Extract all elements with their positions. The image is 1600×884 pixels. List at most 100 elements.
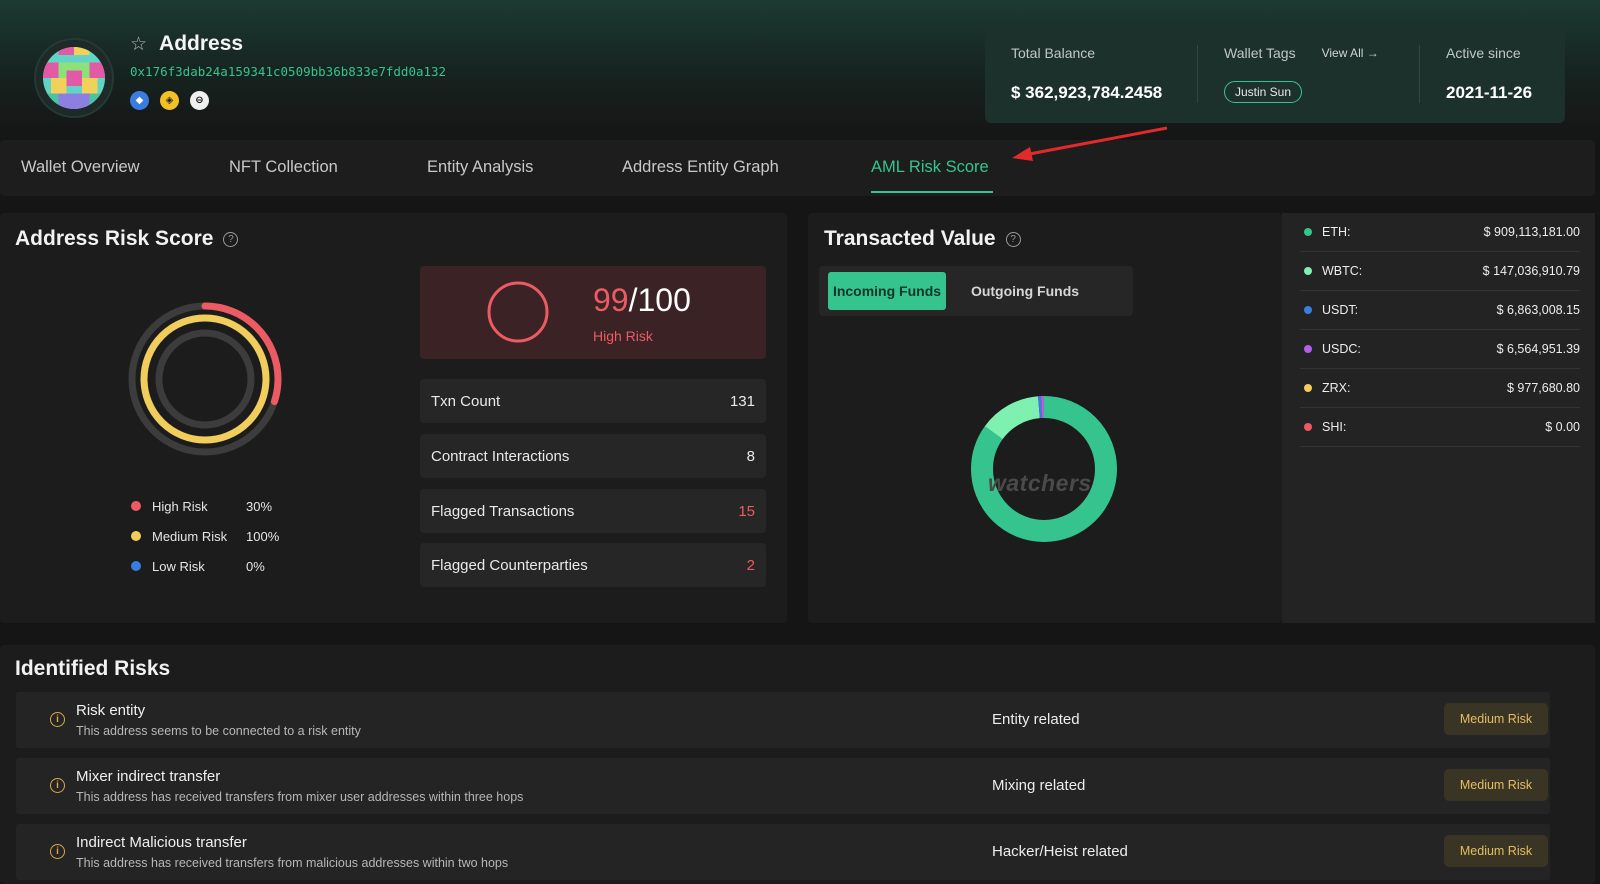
risk-description: This address has received transfers from… [76,790,524,804]
legend-value: 30% [246,498,273,514]
asset-row-eth: ETH: $ 909,113,181.00 [1300,213,1580,252]
active-tab-indicator [871,191,993,193]
risk-level: High Risk [593,328,653,344]
risk-rings-chart [128,302,282,456]
legend-high-risk: High Risk 30% [131,491,279,521]
legend-label: Medium Risk [152,528,228,544]
risk-category: Entity related [992,711,1080,728]
legend-low-risk: Low Risk 0% [131,551,279,581]
asset-name: WBTC: [1322,264,1363,278]
wbtc-dot [1304,267,1312,275]
favorite-star-icon[interactable]: ☆ [130,33,147,56]
risk-description: This address seems to be connected to a … [76,724,361,738]
asset-name: USDT: [1322,303,1359,317]
active-since-label: Active since [1446,45,1521,61]
stat-flagged-counterparties: Flagged Counterparties 2 [420,543,766,587]
score-max: /100 [628,282,691,318]
tab-wallet-overview[interactable]: Wallet Overview [21,158,140,177]
risk-title: Indirect Malicious transfer [76,834,247,851]
address-header: ☆ Address 0x176f3dab24a159341c0509bb36b8… [0,0,1600,140]
watermark: watchers [988,470,1092,496]
eth-dot [1304,228,1312,236]
outgoing-funds-button[interactable]: Outgoing Funds [963,272,1087,310]
asset-row-zrx: ZRX: $ 977,680.80 [1300,369,1580,408]
tab-address-entity-graph[interactable]: Address Entity Graph [622,158,779,177]
low-risk-dot [131,561,141,571]
transacted-value-title-text: Transacted Value [824,227,996,250]
asset-row-wbtc: WBTC: $ 147,036,910.79 [1300,252,1580,291]
coin-icon[interactable]: ⊖ [190,91,209,110]
risk-title: Mixer indirect transfer [76,768,221,785]
wallet-tags-label: Wallet Tags [1224,45,1296,61]
risk-level-badge: Medium Risk [1444,835,1548,867]
legend-label: High Risk [152,498,208,514]
view-all-tags-link[interactable]: View All → [1322,46,1379,60]
legend-value: 0% [246,558,265,574]
score-number: 99 [593,282,629,318]
stat-value: 8 [746,447,755,465]
balance-summary: Total Balance $ 362,923,784.2458 Wallet … [985,25,1565,123]
transacted-value-title: Transacted Value ? [824,227,1021,251]
zrx-dot [1304,384,1312,392]
page-title: Address [159,32,244,55]
address-hash[interactable]: 0x176f3dab24a159341c0509bb36b833e7fdd0a1… [130,64,446,79]
tab-entity-analysis[interactable]: Entity Analysis [427,158,533,177]
binance-icon[interactable]: ◈ [160,91,179,110]
risk-row-entity[interactable]: i Risk entity This address seems to be c… [16,692,1550,748]
stat-value: 15 [738,502,755,520]
asset-value: $ 6,564,951.39 [1496,342,1580,356]
stat-value: 131 [729,392,755,410]
risk-score-title: Address Risk Score ? [15,227,239,251]
stat-label: Flagged Transactions [431,502,575,520]
info-icon: i [50,712,65,727]
asset-name: USDC: [1322,342,1361,356]
risk-row-malicious[interactable]: i Indirect Malicious transfer This addre… [16,824,1550,880]
asset-name: SHI: [1322,420,1347,434]
high-risk-dot [131,501,141,511]
medium-risk-dot [131,531,141,541]
asset-value: $ 909,113,181.00 [1483,225,1580,239]
active-since-value: 2021-11-26 [1446,83,1533,102]
wallet-tag[interactable]: Justin Sun [1224,81,1303,103]
tab-aml-risk-score[interactable]: AML Risk Score [871,158,989,177]
help-icon[interactable]: ? [223,231,239,247]
asset-name: ETH: [1322,225,1351,239]
stat-value: 2 [746,556,755,574]
tab-bar: Wallet Overview NFT Collection Entity An… [0,140,1595,196]
asset-value: $ 147,036,910.79 [1482,264,1580,278]
asset-value: $ 977,680.80 [1507,381,1580,395]
asset-name: ZRX: [1322,381,1351,395]
asset-row-usdc: USDC: $ 6,564,951.39 [1300,330,1580,369]
risk-legend: High Risk 30% Medium Risk 100% Low Risk … [131,491,279,581]
asset-value: $ 6,863,008.15 [1496,303,1580,317]
total-balance-value: $ 362,923,784.2458 [1011,83,1163,102]
incoming-funds-button[interactable]: Incoming Funds [828,272,946,310]
risk-level-badge: Medium Risk [1444,703,1548,735]
annotation-arrow-icon [1012,126,1168,161]
avatar [34,38,114,118]
asset-row-shi: SHI: $ 0.00 [1300,408,1580,447]
info-icon: i [50,844,65,859]
tab-nft-collection[interactable]: NFT Collection [229,158,338,177]
ethereum-icon[interactable]: ◆ [130,91,149,110]
stat-label: Txn Count [431,392,501,410]
risk-score-card: 99/100 High Risk [420,266,766,359]
risk-title: Risk entity [76,702,146,719]
asset-value: $ 0.00 [1545,420,1580,434]
legend-label: Low Risk [152,558,205,574]
risk-description: This address has received transfers from… [76,856,509,870]
risk-category: Hacker/Heist related [992,843,1128,860]
funds-toggle: Incoming Funds Outgoing Funds [819,266,1133,316]
identified-risks-title: Identified Risks [15,657,171,680]
info-icon: i [50,778,65,793]
asset-row-usdt: USDT: $ 6,863,008.15 [1300,291,1580,330]
total-balance-label: Total Balance [1011,45,1096,61]
risk-row-mixer[interactable]: i Mixer indirect transfer This address h… [16,758,1550,814]
risk-level-badge: Medium Risk [1444,769,1548,801]
score-ring-icon [487,281,549,343]
legend-value: 100% [246,528,280,544]
stat-contract-interactions: Contract Interactions 8 [420,434,766,478]
usdc-dot [1304,345,1312,353]
risk-score-title-text: Address Risk Score [15,227,214,250]
help-icon[interactable]: ? [1005,231,1021,247]
